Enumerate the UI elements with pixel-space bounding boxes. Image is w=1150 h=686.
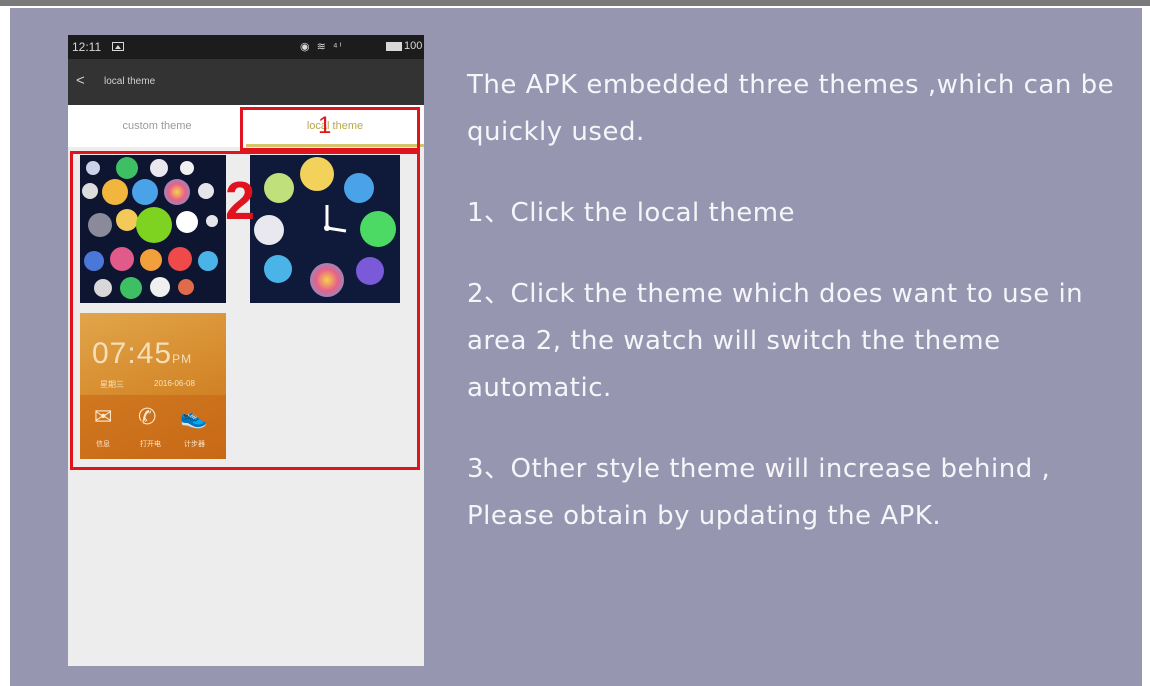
callout-number-1: 1 [318,112,332,139]
app-bar: < local theme [68,59,424,105]
instructions-intro: The APK embedded three themes ,which can… [467,70,1115,147]
back-icon[interactable]: < [76,72,85,89]
callout-number-2: 2 [225,171,256,231]
instruction-step-2: 2、Click the theme which does want to use… [467,279,1084,403]
status-time: 12:11 [72,40,102,54]
instruction-step-3: 3、Other style theme will increase behind… [467,454,1051,531]
app-bar-title: local theme [104,76,156,87]
instruction-step-1: 1、Click the local theme [467,198,796,228]
top-rule [0,0,1150,6]
signal-icons: ◉ ≋ ⁴ⁱ [300,41,344,53]
instructions: The APK embedded three themes ,which can… [467,62,1127,540]
battery-icon [386,42,402,51]
battery-level: 100 [404,40,423,52]
tab-custom-theme[interactable]: custom theme [68,105,246,147]
slide: 12:11 ◉ ≋ ⁴ⁱ 100 < local theme custom th… [0,0,1150,686]
status-bar: 12:11 ◉ ≋ ⁴ⁱ 100 [68,35,424,59]
image-icon [112,42,124,51]
